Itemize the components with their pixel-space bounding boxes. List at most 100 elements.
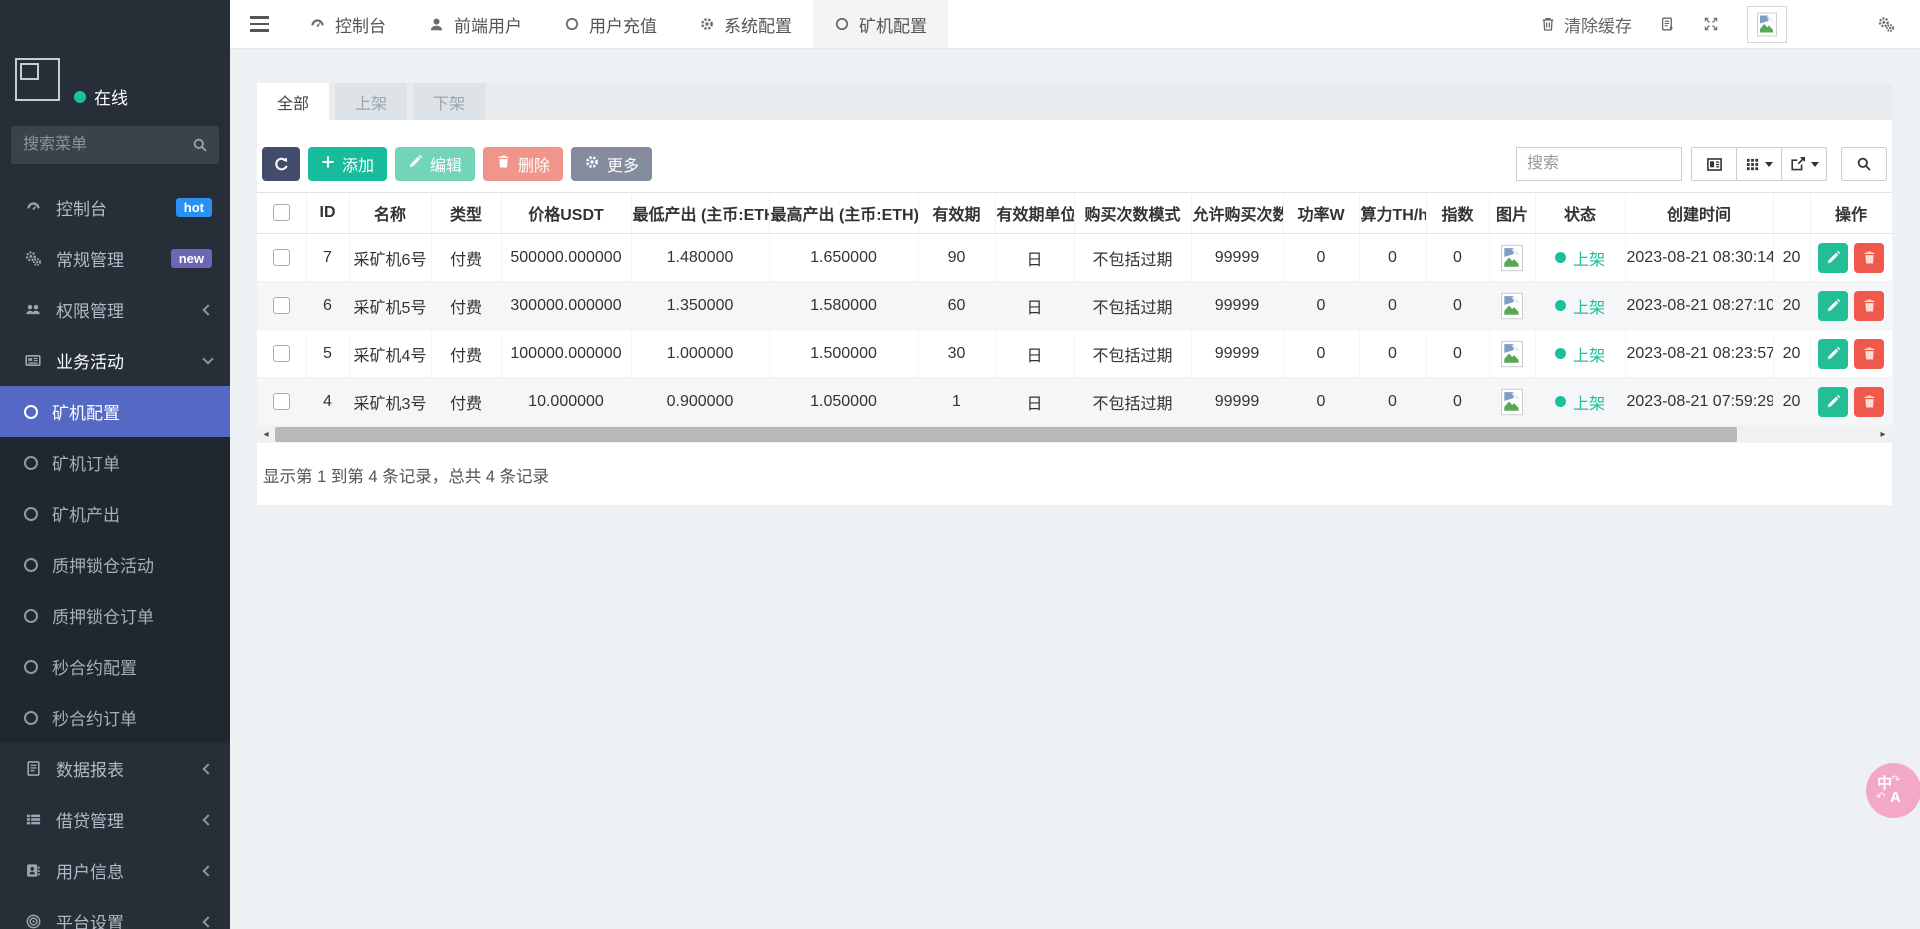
card-view-button[interactable] bbox=[1691, 147, 1737, 181]
cell-index: 0 bbox=[1426, 378, 1489, 426]
sidebar-subitem-3[interactable]: 质押锁仓活动 bbox=[0, 539, 230, 590]
row-image-thumbnail[interactable] bbox=[1501, 340, 1523, 368]
col-header-created_at[interactable]: 创建时间 bbox=[1625, 193, 1773, 234]
search-toggle-button[interactable] bbox=[1841, 147, 1887, 181]
row-checkbox[interactable] bbox=[273, 345, 290, 362]
sidebar-item-3[interactable]: 业务活动 bbox=[0, 335, 230, 386]
sidebar-item-0[interactable]: 控制台hot bbox=[0, 182, 230, 233]
col-header-allowed_purchases[interactable]: 允许购买次数 bbox=[1191, 193, 1283, 234]
sidebar-subitem-6[interactable]: 秒合约订单 bbox=[0, 692, 230, 743]
topnav-tab-0[interactable]: 控制台 bbox=[288, 0, 407, 48]
circle-o-icon bbox=[24, 660, 38, 674]
sidebar-subitem-4[interactable]: 质押锁仓订单 bbox=[0, 590, 230, 641]
cell-actions bbox=[1810, 378, 1892, 426]
avatar[interactable] bbox=[1747, 6, 1787, 43]
row-delete-button[interactable] bbox=[1854, 387, 1884, 417]
cell-updated_at_clipped: 20 bbox=[1773, 282, 1810, 330]
row-checkbox[interactable] bbox=[273, 249, 290, 266]
hamburger-menu-icon[interactable] bbox=[230, 0, 288, 48]
row-delete-button[interactable] bbox=[1854, 339, 1884, 369]
fullscreen-icon[interactable] bbox=[1703, 16, 1719, 32]
sidebar-item-6[interactable]: 用户信息 bbox=[0, 845, 230, 896]
topnav-tab-label: 矿机配置 bbox=[859, 12, 927, 37]
row-checkbox[interactable] bbox=[273, 393, 290, 410]
sidebar-subitem-2[interactable]: 矿机产出 bbox=[0, 488, 230, 539]
edit-button[interactable]: 编辑 bbox=[395, 147, 475, 181]
filter-tab-2[interactable]: 下架 bbox=[413, 83, 485, 120]
add-button[interactable]: 添加 bbox=[308, 147, 387, 181]
file-text-icon bbox=[22, 760, 44, 777]
status-badge: 上架 bbox=[1555, 390, 1605, 414]
col-header-status[interactable]: 状态 bbox=[1535, 193, 1625, 234]
row-delete-button[interactable] bbox=[1854, 291, 1884, 321]
cell-created_at: 2023-08-21 08:30:14 bbox=[1625, 234, 1773, 282]
row-edit-button[interactable] bbox=[1818, 339, 1848, 369]
sidebar-search-input[interactable] bbox=[11, 126, 219, 164]
sidebar-subitem-5[interactable]: 秒合约配置 bbox=[0, 641, 230, 692]
sidebar-item-4[interactable]: 数据报表 bbox=[0, 743, 230, 794]
col-header-id[interactable]: ID bbox=[306, 193, 349, 234]
translate-en-label: A bbox=[1890, 789, 1901, 806]
col-header-type[interactable]: 类型 bbox=[431, 193, 501, 234]
clear-cache-button[interactable]: 清除缓存 bbox=[1540, 12, 1632, 37]
table-search-input[interactable] bbox=[1516, 147, 1682, 181]
col-header-min_output[interactable]: 最低产出 (主币:ETH) bbox=[631, 193, 769, 234]
col-header-image[interactable]: 图片 bbox=[1489, 193, 1535, 234]
topnav-tab-1[interactable]: 前端用户 bbox=[407, 0, 543, 48]
row-edit-button[interactable] bbox=[1818, 291, 1848, 321]
sidebar-subitem-1[interactable]: 矿机订单 bbox=[0, 437, 230, 488]
export-icon bbox=[1790, 156, 1806, 172]
cell-purchase_mode: 不包括过期 bbox=[1074, 378, 1191, 426]
delete-button[interactable]: 删除 bbox=[483, 147, 563, 181]
col-header-purchase_mode[interactable]: 购买次数模式 bbox=[1074, 193, 1191, 234]
gears-icon[interactable] bbox=[1877, 16, 1895, 33]
col-header-power_w[interactable]: 功率W bbox=[1283, 193, 1359, 234]
table-row: 4采矿机3号付费10.0000000.9000001.0500001日不包括过期… bbox=[257, 378, 1892, 426]
columns-dropdown-button[interactable] bbox=[1736, 147, 1782, 181]
cell-updated_at_clipped: 20 bbox=[1773, 330, 1810, 378]
row-image-thumbnail[interactable] bbox=[1501, 388, 1523, 416]
select-all-checkbox[interactable] bbox=[273, 204, 290, 221]
card-view-icon bbox=[1706, 156, 1723, 173]
export-dropdown-button[interactable] bbox=[1781, 147, 1827, 181]
sidebar-subitem-label: 秒合约配置 bbox=[52, 654, 137, 679]
status-label: 上架 bbox=[1573, 294, 1605, 318]
page-icon[interactable] bbox=[1660, 16, 1675, 32]
col-header-validity_unit[interactable]: 有效期单位 bbox=[995, 193, 1074, 234]
row-image-thumbnail[interactable] bbox=[1501, 292, 1523, 320]
col-header-max_output[interactable]: 最高产出 (主币:ETH) bbox=[769, 193, 918, 234]
view-button-group bbox=[1692, 147, 1887, 181]
col-header-hashrate[interactable]: 算力TH/h bbox=[1359, 193, 1426, 234]
more-button[interactable]: 更多 bbox=[571, 147, 652, 181]
online-status: 在线 bbox=[74, 84, 128, 109]
chevron-left-icon bbox=[202, 304, 213, 315]
scroll-right-arrow[interactable]: ▸ bbox=[1874, 426, 1892, 443]
col-header-name[interactable]: 名称 bbox=[349, 193, 431, 234]
filter-tab-0[interactable]: 全部 bbox=[257, 83, 329, 120]
status-label: 上架 bbox=[1573, 342, 1605, 366]
row-edit-button[interactable] bbox=[1818, 243, 1848, 273]
col-header-validity[interactable]: 有效期 bbox=[918, 193, 995, 234]
topnav-tab-3[interactable]: 系统配置 bbox=[678, 0, 813, 48]
row-delete-button[interactable] bbox=[1854, 243, 1884, 273]
topnav-tab-2[interactable]: 用户充值 bbox=[543, 0, 678, 48]
cell-hashrate: 0 bbox=[1359, 234, 1426, 282]
cell-id: 6 bbox=[306, 282, 349, 330]
topnav-tab-4[interactable]: 矿机配置 bbox=[813, 0, 948, 48]
filter-tab-1[interactable]: 上架 bbox=[335, 83, 407, 120]
row-image-thumbnail[interactable] bbox=[1501, 244, 1523, 272]
sidebar-item-2[interactable]: 权限管理 bbox=[0, 284, 230, 335]
clear-cache-label: 清除缓存 bbox=[1564, 12, 1632, 37]
refresh-button[interactable] bbox=[262, 147, 300, 181]
col-header-price[interactable]: 价格USDT bbox=[501, 193, 631, 234]
scrollbar-thumb[interactable] bbox=[275, 427, 1737, 442]
sidebar-item-5[interactable]: 借贷管理 bbox=[0, 794, 230, 845]
col-header-index[interactable]: 指数 bbox=[1426, 193, 1489, 234]
sidebar-subitem-0[interactable]: 矿机配置 bbox=[0, 386, 230, 437]
translate-fab-button[interactable]: 中 A ↷ ↷ bbox=[1866, 763, 1920, 818]
sidebar-item-1[interactable]: 常规管理new bbox=[0, 233, 230, 284]
scroll-left-arrow[interactable]: ◂ bbox=[257, 426, 275, 443]
sidebar-item-7[interactable]: 平台设置 bbox=[0, 896, 230, 929]
row-checkbox[interactable] bbox=[273, 297, 290, 314]
row-edit-button[interactable] bbox=[1818, 387, 1848, 417]
